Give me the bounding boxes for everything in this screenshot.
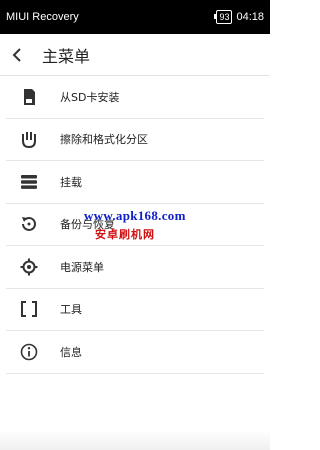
- menu-item-label: 挂载: [60, 175, 82, 189]
- menu-item-mount[interactable]: 挂载: [6, 161, 264, 204]
- sd-card-icon: [6, 88, 52, 106]
- back-arrow-icon: [12, 47, 21, 62]
- wipe-hand-icon: [6, 129, 52, 149]
- menu-item-label: 从SD卡安装: [60, 90, 120, 104]
- app-name: MIUI Recovery: [6, 11, 79, 23]
- info-icon: [6, 343, 52, 361]
- backup-restore-icon: [6, 215, 52, 233]
- menu-item-label: 擦除和格式化分区: [60, 133, 148, 147]
- back-button[interactable]: [0, 34, 34, 76]
- menu-item-label: 工具: [60, 303, 82, 317]
- menu-item-sd-install[interactable]: 从SD卡安装: [6, 76, 264, 119]
- main-menu: 从SD卡安装 擦除和格式化分区 挂载 备份与恢复 电源菜单 工具 信息: [0, 76, 270, 374]
- bottom-shadow: [0, 430, 270, 450]
- menu-item-tools[interactable]: 工具: [6, 289, 264, 331]
- brackets-icon: [6, 300, 52, 318]
- menu-item-label: 电源菜单: [60, 260, 104, 274]
- menu-item-info[interactable]: 信息: [6, 331, 264, 374]
- status-bar: MIUI Recovery 93 04:18: [0, 0, 270, 34]
- menu-item-power[interactable]: 电源菜单: [6, 246, 264, 289]
- battery-level: 93: [219, 12, 230, 22]
- clock: 04:18: [236, 11, 264, 23]
- power-gear-icon: [6, 258, 52, 276]
- page-title: 主菜单: [42, 46, 91, 66]
- battery-icon: 93: [214, 10, 233, 24]
- menu-item-wipe[interactable]: 擦除和格式化分区: [6, 119, 264, 161]
- watermark-url: www.apk168.com: [84, 208, 186, 223]
- storage-icon: [6, 174, 52, 190]
- menu-item-label: 信息: [60, 345, 82, 359]
- watermark-site: 安卓刷机网: [95, 228, 155, 241]
- header: 主菜单: [0, 34, 270, 76]
